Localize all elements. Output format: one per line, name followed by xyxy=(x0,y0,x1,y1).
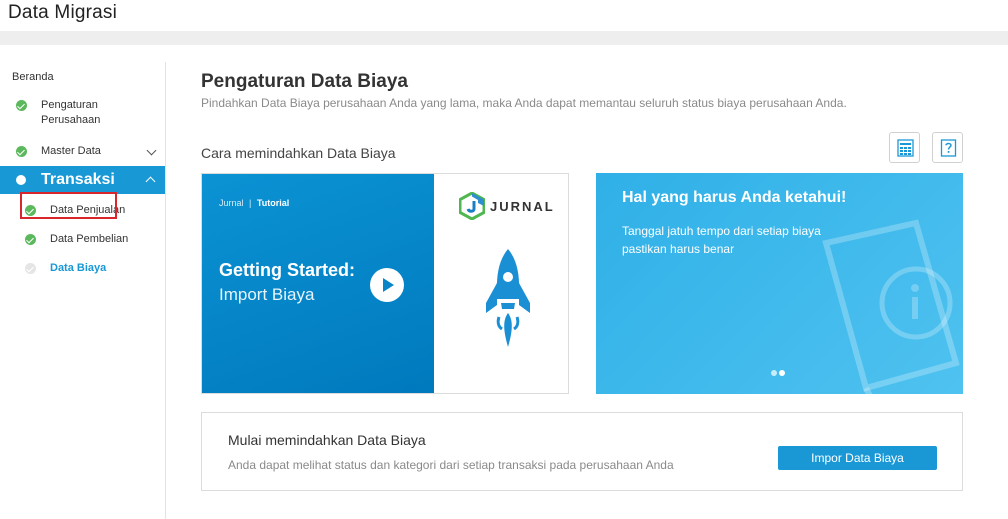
status-dot-icon xyxy=(16,175,26,185)
info-text: Tanggal jatuh tempo dari setiap biaya pa… xyxy=(622,224,821,256)
sidebar-item-label: Perusahaan xyxy=(41,114,101,126)
start-description: Anda dapat melihat status dan kategori d… xyxy=(228,458,674,472)
check-icon xyxy=(25,234,36,245)
start-migration-card: Mulai memindahkan Data Biaya Anda dapat … xyxy=(201,412,963,491)
video-tag-label: Tutorial xyxy=(256,198,290,208)
spreadsheet-icon xyxy=(897,139,914,157)
video-tag-separator: | xyxy=(249,198,252,208)
check-icon xyxy=(16,146,27,157)
video-thumbnail: Jurnal | Tutorial Getting Started: Impor… xyxy=(202,174,440,393)
chevron-up-icon[interactable] xyxy=(145,176,156,187)
video-tag: Jurnal | Tutorial xyxy=(219,198,289,208)
section-label: Cara memindahkan Data Biaya xyxy=(201,145,396,161)
chevron-down-icon[interactable] xyxy=(146,145,157,156)
rocket-icon xyxy=(486,249,530,347)
sidebar-item-transaksi[interactable]: Transaksi xyxy=(0,166,165,194)
info-card: Hal yang harus Anda ketahui! Tanggal jat… xyxy=(596,173,963,394)
header-divider xyxy=(0,31,1008,45)
page-title: Pengaturan Data Biaya xyxy=(201,71,408,92)
video-tag-brand: Jurnal xyxy=(219,198,244,208)
help-button[interactable] xyxy=(932,132,963,163)
jurnal-logo-text: JURNAL xyxy=(490,199,555,214)
sidebar-item-label: Data Pembelian xyxy=(50,233,129,245)
impor-data-biaya-button[interactable]: Impor Data Biaya xyxy=(778,446,937,470)
spreadsheet-button[interactable] xyxy=(889,132,920,163)
info-title: Hal yang harus Anda ketahui! xyxy=(622,189,847,206)
sidebar-item-pengaturan-perusahaan[interactable]: Pengaturan Perusahaan xyxy=(0,98,165,132)
sidebar-subitem-data-pembelian[interactable]: Data Pembelian xyxy=(0,231,165,249)
carousel-dot-active[interactable] xyxy=(779,370,785,376)
sidebar-item-beranda[interactable]: Beranda xyxy=(12,71,54,83)
jurnal-logo-icon xyxy=(459,192,485,220)
video-title: Getting Started: xyxy=(219,260,356,280)
sidebar-item-label: Data Biaya xyxy=(50,262,107,274)
sidebar: Beranda Pengaturan Perusahaan Master Dat… xyxy=(0,62,166,519)
sidebar-item-label: Transaksi xyxy=(41,171,115,188)
carousel-dots[interactable] xyxy=(771,363,787,381)
sidebar-subitem-data-biaya[interactable]: Data Biaya xyxy=(0,260,165,278)
sidebar-item-label: Pengaturan xyxy=(41,99,98,111)
help-icon xyxy=(940,139,957,157)
sidebar-item-label: Master Data xyxy=(41,145,101,157)
current-item-highlight xyxy=(20,192,117,219)
carousel-dot[interactable] xyxy=(771,370,777,376)
check-icon xyxy=(16,100,27,111)
play-icon[interactable] xyxy=(370,268,404,302)
app-title: Data Migrasi xyxy=(8,2,118,23)
video-subtitle: Import Biaya xyxy=(219,285,315,304)
check-icon xyxy=(25,263,36,274)
info-book-icon xyxy=(822,219,960,394)
page-subtitle: Pindahkan Data Biaya perusahaan Anda yan… xyxy=(201,96,847,110)
video-brand-panel: JURNAL xyxy=(434,174,568,393)
sidebar-item-master-data[interactable]: Master Data xyxy=(0,143,165,161)
start-title: Mulai memindahkan Data Biaya xyxy=(228,432,426,448)
top-bar: Data Migrasi xyxy=(0,0,1008,31)
tutorial-video-card[interactable]: Jurnal | Tutorial Getting Started: Impor… xyxy=(201,173,569,394)
